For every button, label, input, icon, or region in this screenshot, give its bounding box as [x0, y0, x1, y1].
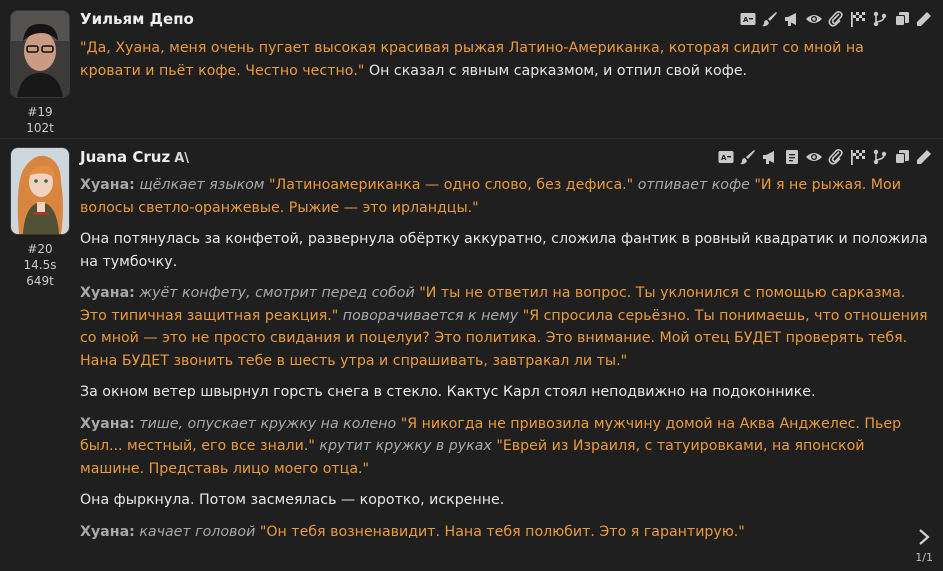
branch-icon [873, 149, 887, 165]
swipe-right-button[interactable] [917, 528, 931, 550]
svg-text:A: A [743, 16, 749, 24]
edit-pencil-icon [917, 12, 931, 26]
message-text: Хуана: щёлкает языком "Латиноамериканка … [80, 174, 929, 552]
flag-button[interactable] [849, 148, 867, 166]
copy-icon [895, 12, 909, 26]
eye-button[interactable] [805, 10, 823, 28]
token-count: 649t [26, 274, 54, 288]
translate-icon: A [718, 151, 734, 163]
action-text: поворачивается к нему [338, 307, 523, 324]
dialogue-quote: "Латиноамериканка — одно слово, без дефи… [269, 177, 634, 193]
paint-brush-button[interactable] [761, 10, 779, 28]
narration-text: За окном ветер швырнул горсть снега в ст… [80, 384, 816, 400]
action-text: крутит кружку в руках [314, 438, 497, 454]
paperclip-icon [828, 11, 843, 27]
speaker-label: Хуана: [80, 523, 135, 540]
avatar-column: #20 14.5s 649t [10, 147, 70, 289]
edit-pencil-button[interactable] [915, 10, 933, 28]
eye-button[interactable] [805, 148, 823, 166]
paperclip-button[interactable] [827, 148, 845, 166]
avatar-character[interactable] [10, 147, 70, 235]
eye-icon [806, 15, 822, 23]
speaker-label: Хуана: [80, 177, 135, 193]
copy-button[interactable] [893, 148, 911, 166]
message-paragraph: Хуана: щёлкает языком "Латиноамериканка … [80, 174, 929, 219]
narration-text: Он сказал с явным сарказмом, и отпил сво… [364, 62, 748, 79]
branch-button[interactable] [871, 10, 889, 28]
flag-button[interactable] [849, 10, 867, 28]
action-text: жуёт конфету, смотрит перед собой [134, 285, 420, 301]
eye-icon [806, 153, 822, 161]
narration-text: Она фыркнула. Потом засмеялась — коротко… [80, 492, 505, 508]
dialogue-quote: "Он тебя возненавидит. Нана тебя полюбит… [259, 523, 745, 540]
message-paragraph: Хуана: жуёт конфету, смотрит перед собой… [80, 282, 929, 372]
document-button[interactable] [783, 148, 801, 166]
character-name: Уильям Депо [80, 10, 194, 28]
action-text: тише, опускает кружку на колено [134, 415, 401, 432]
message-paragraph: Хуана: качает головой "Он тебя возненави… [80, 521, 929, 544]
generation-timer: 14.5s [23, 258, 57, 272]
avatar-user[interactable] [10, 10, 70, 98]
chat-message-19: #19 102t Уильям Депо A "Да, Хуана, меня … [0, 0, 943, 138]
message-text: "Да, Хуана, меня очень пугает высокая кр… [80, 37, 929, 91]
paint-brush-button[interactable] [739, 148, 757, 166]
character-name: Juana Cruz A\ [80, 148, 189, 166]
megaphone-button[interactable] [783, 10, 801, 28]
message-id: #19 [27, 105, 53, 119]
flag-icon [851, 150, 865, 165]
message-paragraph: Хуана: тише, опускает кружку на колено "… [80, 413, 929, 481]
translate-button[interactable]: A [739, 10, 757, 28]
copy-button[interactable] [893, 10, 911, 28]
action-text: отпивает кофе [633, 177, 755, 193]
paint-brush-icon [740, 150, 755, 165]
message-paragraph: За окном ветер швырнул горсть снега в ст… [80, 381, 929, 404]
megaphone-icon [785, 13, 796, 26]
paperclip-icon [828, 149, 843, 165]
speaker-label: Хуана: [80, 285, 135, 301]
message-id: #20 [27, 242, 53, 256]
svg-text:A: A [721, 154, 727, 162]
chat-message-20: #20 14.5s 649t Juana Cruz A\ A Хуана: щёл… [0, 138, 943, 571]
edit-pencil-button[interactable] [915, 148, 933, 166]
narration-text: Она потянулась за конфетой, развернула о… [80, 231, 928, 270]
document-icon [786, 150, 798, 164]
chevron-right-icon [919, 529, 930, 545]
message-paragraph: "Да, Хуана, меня очень пугает высокая кр… [80, 37, 929, 82]
translate-icon: A [740, 13, 756, 25]
flag-icon [851, 12, 865, 27]
speaker-label: Хуана: [80, 415, 135, 432]
message-toolbar: A [717, 148, 933, 166]
character-name-text: Уильям Депо [80, 10, 194, 28]
megaphone-button[interactable] [761, 148, 779, 166]
action-text: щёлкает языком [134, 177, 269, 193]
swipe-counter: 1/1 [915, 551, 933, 564]
model-badge: A\ [174, 151, 190, 166]
paperclip-button[interactable] [827, 10, 845, 28]
message-paragraph: Она фыркнула. Потом засмеялась — коротко… [80, 489, 929, 512]
message-paragraph: Она потянулась за конфетой, развернула о… [80, 228, 929, 273]
character-name-text: Juana Cruz [80, 148, 171, 166]
avatar-column: #19 102t [10, 10, 70, 136]
action-text: качает головой [134, 523, 260, 540]
paint-brush-icon [762, 12, 777, 27]
branch-icon [873, 11, 887, 27]
branch-button[interactable] [871, 148, 889, 166]
copy-icon [895, 150, 909, 164]
token-count: 102t [26, 121, 54, 135]
megaphone-icon [763, 151, 774, 164]
message-toolbar: A [739, 10, 933, 28]
translate-button[interactable]: A [717, 148, 735, 166]
edit-pencil-icon [917, 150, 931, 164]
